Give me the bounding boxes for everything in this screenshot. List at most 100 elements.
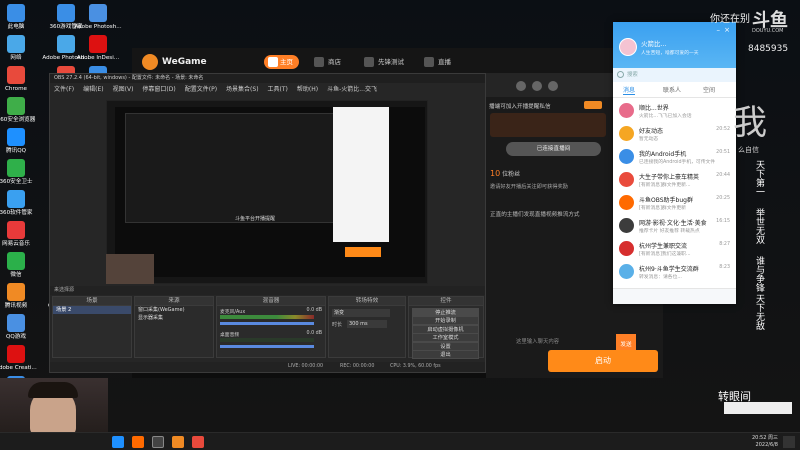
obs-control-button[interactable]: 退出 [412,350,479,359]
preview-wegame-capture: 斗鱼平台开播提醒 [115,107,425,277]
desktop-icon-label: Adobe Photosh... [74,24,122,30]
app-icon [7,190,25,208]
wegame-logo-icon [142,54,158,70]
desktop-icon[interactable]: QQ游戏 [0,314,46,341]
menu-item[interactable]: 视图(V) [113,86,134,93]
close-icon[interactable]: × [724,26,730,34]
conversation-time: 20:51 [716,150,730,155]
conversation-time: 20:25 [716,196,730,201]
qq-tab[interactable]: 联系人 [663,85,681,94]
sub-text: 么自信 [738,146,759,154]
qq-conversation-item[interactable]: 好友动态 暂无动态 20:52 [613,123,736,145]
menu-item[interactable]: 编辑(E) [83,86,103,93]
transitions-header: 转场特效 [329,297,405,306]
conversation-preview: 暂无动态 [639,137,659,142]
qq-conversation-item[interactable]: 斗鱼OBS助手bug群 [有新消息]群文件更新 20:25 [613,192,736,214]
start-live-button[interactable]: 启动 [548,350,658,372]
app-icon [89,4,107,22]
conversation-preview: 已连接我的Android手机，可传文件 [639,160,716,165]
qq-tab[interactable]: 消息 [623,85,636,95]
obs-taskbar-icon[interactable] [152,436,164,448]
avatar [619,241,634,256]
fan-count: 10 位粉丝 [490,169,520,178]
duration-label: 时长 [332,322,343,328]
obs-window: OBS 27.2.4 (64-bit, windows) - 配置文件: 未命名… [49,73,486,373]
menu-item[interactable]: 工具(T) [268,86,288,93]
notification-icon[interactable] [783,436,795,448]
qq-tab[interactable]: 空间 [703,85,715,94]
scenes-header: 场景 [53,297,131,306]
avatar [619,126,634,141]
qq-search-input[interactable]: 搜索 [613,68,736,82]
settings-icon[interactable] [532,81,542,91]
avatar [619,103,634,118]
mixer-channel-db: 0.0 dB [306,308,323,313]
poem-line: 谁与争锋 [754,256,764,292]
menu-item[interactable]: 斗鱼-火箭比...交飞 [327,86,377,93]
qq-signature[interactable]: 人生苦短，啥都可爱的一天 [641,49,699,56]
mixer-header: 混音器 [217,297,325,306]
menu-item[interactable]: 停靠窗口(D) [142,86,175,93]
menu-item[interactable]: 文件(F) [54,86,74,93]
tab-home[interactable]: 主页 [264,55,299,69]
store-icon [314,57,324,67]
qq-conversation-item[interactable]: 顺比...世界 火箭比...飞飞已加入会话 [613,100,736,122]
conversation-preview: [有新消息]群文件更新... [639,183,691,188]
avatar [619,172,634,187]
user-icon[interactable] [516,81,526,91]
desktop-icon[interactable]: Adobe Photosh... [68,4,128,31]
conversation-preview: 火箭比...飞飞已加入会话 [639,114,692,119]
menu-item[interactable]: 配置文件(P) [185,86,217,93]
start-icon[interactable] [112,436,124,448]
tab-pioneer-test[interactable]: 先锋测试 [364,55,404,69]
clock-date: 2022/6/8 [755,442,778,448]
volume-slider[interactable] [220,345,314,348]
duration-input[interactable]: 300 ms [347,320,387,328]
menu-item[interactable]: 场景集合(S) [226,86,259,93]
ime-toolbar[interactable] [724,402,792,414]
filter-bar: 来选择源 [50,286,485,295]
minimize-icon[interactable]: – [717,26,721,34]
source-item[interactable]: 窗口采集(WeGame) [135,306,213,314]
qq-conversation-item[interactable]: 杭州9·斗鱼学生交流群 转发消息：请各位... 8:23 [613,261,736,283]
conversation-name: 好友动态 [639,128,664,135]
transition-select[interactable]: 渐变 [332,309,390,317]
app-icon [7,128,25,146]
source-item[interactable]: 显示器采集 [135,314,213,322]
scene-item[interactable]: 场景 2 [53,306,131,314]
app-icon [7,35,25,53]
app-icon [89,35,107,53]
qq-username: 火箭比... [641,40,667,48]
promo-banner[interactable] [490,113,606,137]
volume-slider[interactable] [220,322,314,325]
douyu-taskbar-icon[interactable] [132,436,144,448]
app-icon [7,4,25,22]
webcam-overlay [0,378,108,436]
sources-header: 来源 [135,297,213,306]
conversation-preview: [有新消息]群文件更新 [639,206,686,211]
mixer-channel-db: 0.0 dB [306,331,323,336]
conversation-preview: 推荐卡片 好友推荐 转载热点 [639,229,700,234]
app-taskbar-icon[interactable] [192,436,204,448]
qq-conversation-item[interactable]: 大生子带你上豪车精英 [有新消息]群文件更新... 20:44 [613,169,736,191]
desktop-icon-label: QQ游戏 [6,334,26,340]
gift-icon[interactable] [548,81,558,91]
menu-item[interactable]: 帮助(H) [297,86,318,93]
invite-text: 邀请好友开播后关注即可获得奖励 [490,184,568,190]
tab-live[interactable]: 直播 [424,55,451,69]
live-icon [424,57,434,67]
obs-preview[interactable]: 斗鱼平台开播提醒 [106,100,428,284]
tab-store[interactable]: 商店 [314,55,341,69]
desktop-icon[interactable]: Adobe Creati... [0,345,46,372]
qq-conversation-item[interactable]: 杭州学生兼职交流 [有新消息]我们这兼职... 8:27 [613,238,736,260]
app-icon [7,345,25,363]
transitions-panel: 转场特效 渐变 时长 300 ms [328,296,406,358]
qq-conversation-item[interactable]: 网游·影视·文化·生活·美食 推荐卡片 好友推荐 转载热点 16:15 [613,215,736,237]
desktop-icon[interactable]: Adobe InDesi... [68,35,128,62]
avatar[interactable] [619,38,637,56]
qq-conversation-item[interactable]: 我的Android手机 已连接我的Android手机，可传文件 20:51 [613,146,736,168]
app-icon [7,66,25,84]
conversation-time: 8:27 [719,242,730,247]
obs-titlebar: OBS 27.2.4 (64-bit, windows) - 配置文件: 未命名… [50,74,485,83]
wegame-taskbar-icon[interactable] [172,436,184,448]
